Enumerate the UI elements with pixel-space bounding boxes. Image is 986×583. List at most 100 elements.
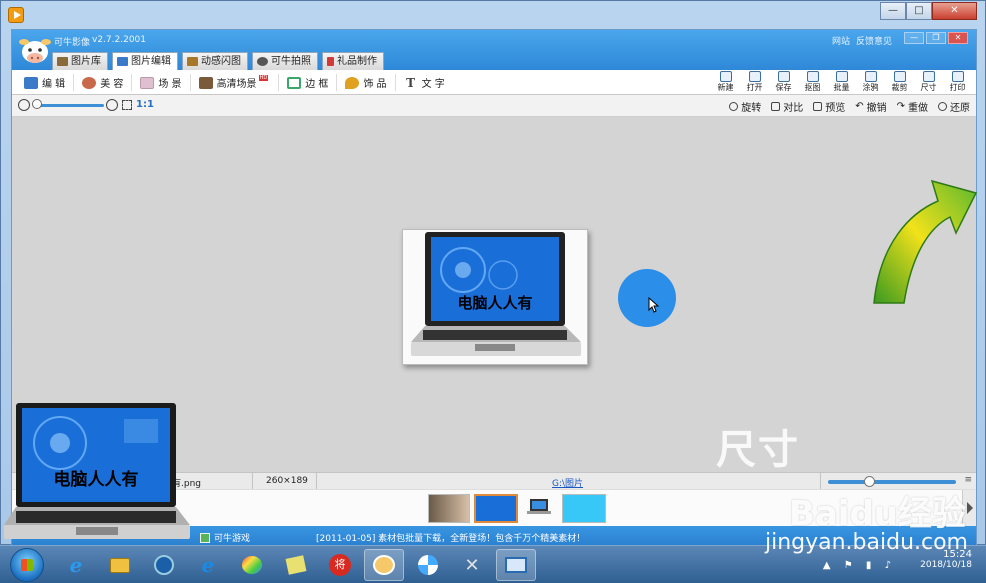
window-title-bar[interactable]: — □ ✕ [1, 1, 985, 29]
tray-icons[interactable]: ▲ ⚑ ▮ ♪ [823, 560, 896, 571]
tab-gift[interactable]: 礼品制作 [322, 52, 384, 70]
thumbnail-portrait[interactable] [428, 494, 470, 523]
tab-image-edit[interactable]: 图片编辑 [112, 52, 178, 70]
app-window-controls: — ❐ ✕ [904, 32, 968, 44]
undo-button[interactable]: ↶ 撤销 [855, 99, 886, 114]
clock-date: 2018/10/18 [920, 560, 972, 570]
edited-photo[interactable]: 电脑人人有 [402, 229, 588, 365]
redo-button[interactable]: ↷ 重做 [897, 99, 928, 114]
save-button[interactable]: 保存 [769, 71, 798, 93]
tool-decoration[interactable]: 饰 品 [337, 74, 396, 91]
tab-label: 图片编辑 [131, 55, 171, 67]
mouse-cursor-icon [648, 297, 660, 313]
maximize-button[interactable]: □ [906, 2, 932, 20]
tool-label: 编 辑 [42, 79, 66, 90]
tool-edit[interactable]: 编 辑 [16, 74, 75, 91]
gift-icon [327, 57, 334, 66]
zoom-slider[interactable] [34, 104, 104, 107]
film-icon [187, 57, 198, 66]
overlay-caption: 电脑人人有 [54, 469, 139, 490]
minimize-button[interactable]: — [880, 2, 906, 20]
rotate-button[interactable]: 旋转 [729, 99, 761, 114]
game-link-label: 可牛游戏 [214, 534, 251, 544]
zoom-in-icon[interactable] [106, 99, 118, 111]
zoom-level[interactable]: 1:1 [136, 99, 154, 110]
website-link[interactable]: 网站 [832, 34, 850, 47]
explorer-taskbar-icon[interactable] [100, 549, 140, 581]
app-restore-button[interactable]: ❐ [926, 32, 946, 44]
view-tool-group: 旋转 对比 预览 ↶ 撤销 ↷ 重做 还原 [729, 99, 970, 114]
feedback-link[interactable]: 反馈意见 [856, 34, 892, 47]
image-edit-icon [117, 57, 128, 66]
close-button[interactable]: ✕ [932, 2, 977, 20]
thumbnail-size-slider[interactable] [828, 480, 956, 484]
chess-taskbar-icon[interactable]: 将 [320, 549, 360, 581]
thumbnail-laptop-small[interactable] [524, 494, 554, 523]
paint-taskbar-icon[interactable] [232, 549, 272, 581]
tool-beauty[interactable]: 美 容 [74, 74, 133, 91]
app-window-icon[interactable] [8, 7, 24, 23]
tool-text[interactable]: T 文 字 [396, 74, 453, 91]
cutout-button[interactable]: 抠图 [798, 71, 827, 93]
fit-window-icon[interactable] [122, 100, 132, 110]
game-link[interactable]: 可牛游戏 [200, 531, 250, 544]
app-minimize-button[interactable]: — [904, 32, 924, 44]
doodle-button[interactable]: 涂鸦 [856, 71, 885, 93]
folder-path-link[interactable]: G:\图片 [552, 476, 583, 489]
open-button[interactable]: 打开 [740, 71, 769, 93]
baidu-watermark: Baidu经验 [788, 494, 966, 534]
app-close-button[interactable]: ✕ [948, 32, 968, 44]
tab-label: 图片库 [71, 55, 101, 67]
tool-label: 场 景 [158, 79, 182, 90]
tab-animated[interactable]: 动感闪图 [182, 52, 248, 70]
laptop-icon [527, 499, 551, 514]
image-dimensions: 260×189 [266, 476, 308, 486]
view-label: 对比 [783, 103, 804, 114]
tool-scene[interactable]: 场 景 [132, 74, 191, 91]
preview-button[interactable]: 预览 [813, 99, 845, 114]
browser-taskbar-icon[interactable]: e [188, 549, 228, 581]
media-taskbar-icon[interactable] [144, 549, 184, 581]
keniu-taskbar-icon[interactable] [364, 549, 404, 581]
compare-button[interactable]: 对比 [771, 99, 803, 114]
app-version: v2.7.2.2001 [92, 35, 146, 45]
tool-label: 边 框 [305, 79, 329, 90]
pinwheel-taskbar-icon[interactable] [408, 549, 448, 581]
compare-icon [771, 102, 781, 111]
tools-taskbar-icon[interactable]: ✕ [452, 549, 492, 581]
new-button[interactable]: 新建 [711, 71, 740, 93]
tool-hd-scene[interactable]: 高清场景 HD [191, 74, 280, 91]
tab-label: 动感闪图 [201, 55, 241, 67]
tab-gallery[interactable]: 图片库 [52, 52, 108, 70]
text-icon: T [406, 75, 416, 90]
resize-icon [922, 71, 935, 82]
view-label: 撤销 [866, 103, 887, 114]
ie-taskbar-icon[interactable]: e [56, 549, 96, 581]
tool-label: 饰 品 [363, 79, 387, 90]
cutout-icon [806, 71, 819, 82]
start-button[interactable] [10, 548, 44, 582]
crop-button[interactable]: 裁剪 [885, 71, 914, 93]
window-taskbar-icon[interactable] [496, 549, 536, 581]
tab-camera[interactable]: 可牛拍照 [252, 52, 318, 70]
action-label: 打开 [746, 83, 763, 92]
edit-toolbar: 编 辑 美 容 场 景 高清场景 HD 边 框 饰 品 T 文 字 新建 打开 … [12, 70, 976, 95]
restore-button[interactable]: 还原 [938, 99, 970, 114]
collapse-icon[interactable]: ≡ [964, 475, 972, 485]
thumbnail-laptop-selected[interactable] [474, 494, 518, 523]
news-ticker[interactable]: [2011-01-05] 素材包批量下载，全新登场！包含千万个精美素材！ [316, 531, 585, 544]
resize-button[interactable]: 尺寸 [914, 71, 943, 93]
view-label: 旋转 [741, 103, 762, 114]
notes-taskbar-icon[interactable] [276, 549, 316, 581]
tool-frame[interactable]: 边 框 [279, 74, 338, 91]
crop-icon [893, 71, 906, 82]
game-icon [200, 532, 210, 543]
print-button[interactable]: 打印 [943, 71, 972, 93]
batch-button[interactable]: 批量 [827, 71, 856, 93]
zoom-out-icon[interactable] [18, 99, 30, 111]
doodle-icon [864, 71, 877, 82]
new-file-icon [719, 71, 732, 82]
zoom-slider-handle[interactable] [32, 99, 42, 109]
tool-label: 文 字 [421, 79, 445, 90]
thumbnail-blue[interactable] [562, 494, 606, 523]
